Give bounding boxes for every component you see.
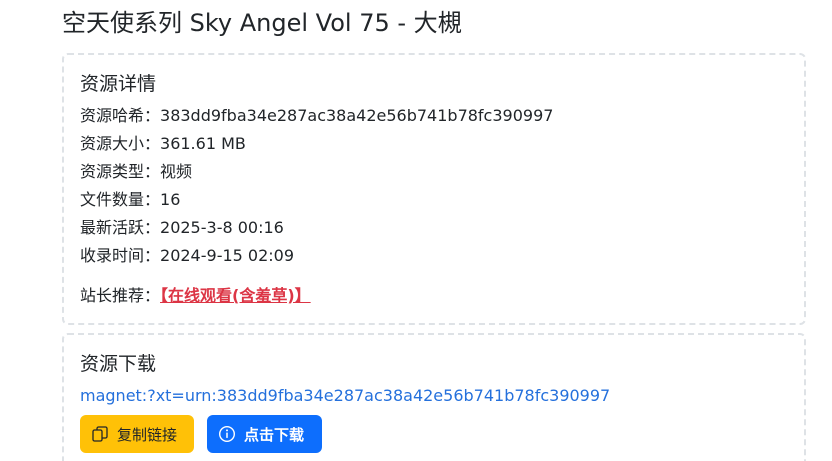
recommend-link[interactable]: 【在线观看(含羞草)】	[160, 286, 311, 305]
type-value: 视频	[160, 162, 193, 181]
download-label: 点击下载	[244, 425, 305, 444]
download-card: 资源下载 magnet:?xt=urn:383dd9fba34e287ac38a…	[62, 333, 806, 461]
info-row-indexed-time: 收录时间：2024-9-15 02:09	[80, 245, 294, 267]
hash-label: 资源哈希：	[80, 106, 161, 125]
recommend-label: 站长推荐：	[80, 286, 161, 305]
last-active-label: 最新活跃：	[80, 218, 161, 237]
info-circle-icon	[218, 425, 236, 443]
type-label: 资源类型：	[80, 162, 161, 181]
file-count-value: 16	[160, 190, 181, 209]
info-row-last-active: 最新活跃：2025-3-8 00:16	[80, 217, 284, 239]
details-card: 资源详情 资源哈希：383dd9fba34e287ac38a42e56b741b…	[62, 53, 806, 325]
info-row-hash: 资源哈希：383dd9fba34e287ac38a42e56b741b78fc3…	[80, 105, 553, 127]
hash-value: 383dd9fba34e287ac38a42e56b741b78fc390997	[160, 106, 554, 125]
download-heading: 资源下载	[80, 353, 157, 375]
size-value: 361.61 MB	[160, 134, 246, 153]
page-title: 空天使系列 Sky Angel Vol 75 - 大槻	[62, 9, 462, 37]
file-count-label: 文件数量：	[80, 190, 161, 209]
details-heading: 资源详情	[80, 73, 157, 95]
size-label: 资源大小：	[80, 134, 161, 153]
last-active-value: 2025-3-8 00:16	[160, 218, 284, 237]
copy-link-button[interactable]: 复制链接	[80, 415, 194, 453]
page: 空天使系列 Sky Angel Vol 75 - 大槻 资源详情 资源哈希：38…	[0, 0, 832, 461]
info-row-recommend: 站长推荐：【在线观看(含羞草)】	[80, 285, 311, 307]
info-row-size: 资源大小：361.61 MB	[80, 133, 246, 155]
copy-link-label: 复制链接	[117, 425, 178, 444]
info-row-type: 资源类型：视频	[80, 161, 192, 183]
indexed-time-label: 收录时间：	[80, 246, 161, 265]
magnet-link[interactable]: magnet:?xt=urn:383dd9fba34e287ac38a42e56…	[80, 385, 610, 407]
indexed-time-value: 2024-9-15 02:09	[160, 246, 295, 265]
download-button[interactable]: 点击下载	[207, 415, 322, 453]
info-row-file-count: 文件数量：16	[80, 189, 180, 211]
copy-icon	[91, 425, 109, 443]
